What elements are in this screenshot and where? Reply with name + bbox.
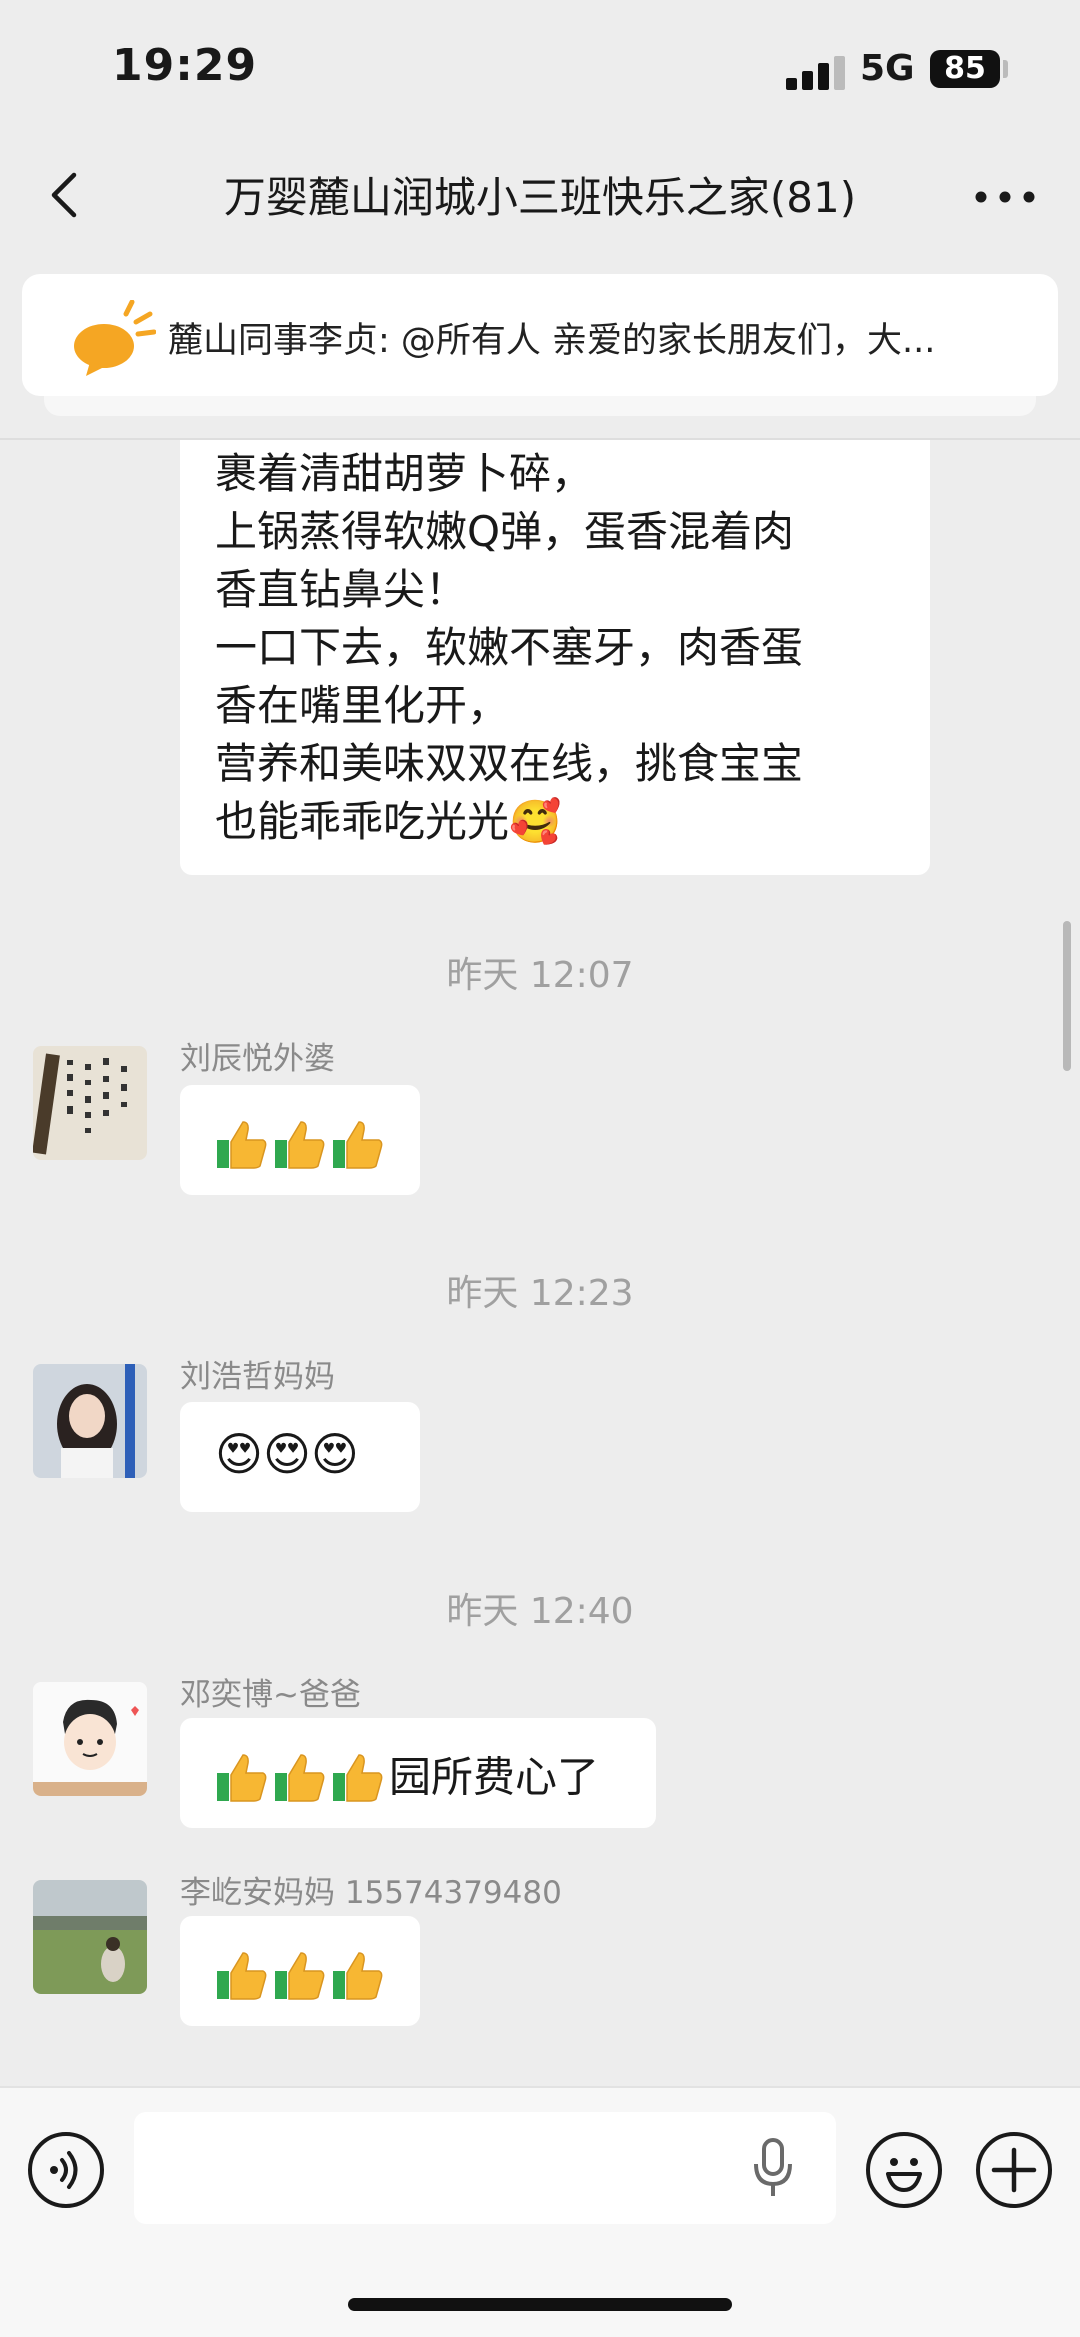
thumbs-up-icon <box>275 1753 325 1802</box>
message-bubble[interactable]: 😍😍😍 <box>180 1402 420 1512</box>
timestamp: 昨天 12:23 <box>446 1273 634 1314</box>
microphone-icon <box>754 2138 792 2196</box>
avatar[interactable] <box>33 1364 147 1478</box>
more-dots-icon <box>975 191 1035 203</box>
battery-tip <box>1003 60 1008 78</box>
chevron-left-icon <box>51 172 77 218</box>
message-list[interactable]: 裹着清甜胡萝卜碎， 上锅蒸得软嫩Q弹，蛋香混着肉 香直钻鼻尖！ 一口下去，软嫩不… <box>0 440 1080 2086</box>
sender-name: 邓奕博~爸爸 <box>180 1677 361 1713</box>
sender-name: 刘辰悦外婆 <box>180 1041 335 1077</box>
avatar[interactable] <box>33 1046 147 1160</box>
avatar-park-image <box>33 1880 147 1994</box>
message-input[interactable] <box>134 2112 836 2224</box>
timestamp: 昨天 12:07 <box>446 955 634 996</box>
avatar[interactable] <box>33 1880 147 1994</box>
message-bubble[interactable]: 裹着清甜胡萝卜碎， 上锅蒸得软嫩Q弹，蛋香混着肉 香直钻鼻尖！ 一口下去，软嫩不… <box>180 440 930 875</box>
status-time: 19:29 <box>112 40 258 91</box>
home-indicator[interactable] <box>348 2298 732 2311</box>
sender-name: 李屹安妈妈 15574379480 <box>180 1875 562 1911</box>
timestamp: 昨天 12:40 <box>446 1591 634 1632</box>
more-functions-button[interactable] <box>976 2132 1052 2208</box>
message-bubble[interactable] <box>180 1085 420 1195</box>
microphone-button[interactable] <box>752 2136 794 2200</box>
chat-title: 万婴麓山润城小三班快乐之家(81) <box>223 173 857 222</box>
pinned-announcement[interactable]: 麓山同事李贞: @所有人 亲爱的家长朋友们，大... <box>22 274 1058 396</box>
signal-icon <box>786 54 846 90</box>
message-text: 😍😍😍 <box>215 1427 359 1481</box>
status-bar: 19:29 5G 85 <box>0 0 1080 140</box>
back-button[interactable] <box>40 165 100 225</box>
pinned-announcement-text: 麓山同事李贞: @所有人 亲爱的家长朋友们，大... <box>168 321 936 361</box>
thumbs-up-icon <box>275 1120 325 1169</box>
emoji-row <box>215 1115 389 1172</box>
emoji-icon <box>886 2158 922 2192</box>
voice-icon <box>50 2151 78 2189</box>
megaphone-icon <box>74 300 156 376</box>
message-text: 裹着清甜胡萝卜碎， 上锅蒸得软嫩Q弹，蛋香混着肉 香直钻鼻尖！ 一口下去，软嫩不… <box>215 449 804 846</box>
avatar[interactable] <box>33 1682 147 1796</box>
thumbs-up-icon <box>333 1120 383 1169</box>
avatar-calligraphy-image <box>33 1046 147 1160</box>
avatar-cartoon-image <box>33 1682 147 1796</box>
scrollbar[interactable] <box>1063 921 1071 1071</box>
avatar-woman-image <box>33 1364 147 1478</box>
sender-name: 刘浩哲妈妈 <box>180 1359 335 1395</box>
message-bubble[interactable] <box>180 1916 420 2026</box>
thumbs-up-icon <box>333 1753 383 1802</box>
thumbs-up-icon <box>217 1951 267 2000</box>
battery-icon: 85 <box>930 50 1000 88</box>
voice-toggle-button[interactable] <box>28 2132 104 2208</box>
thumbs-up-icon <box>217 1753 267 1802</box>
thumbs-up-icon <box>275 1951 325 2000</box>
more-button[interactable] <box>970 165 1040 225</box>
message-text: 园所费心了 <box>389 1752 600 1802</box>
network-type: 5G <box>860 48 915 89</box>
chat-screen: 19:29 5G 85 万婴麓山润城小三班快乐之家(81) 麓山同事李贞: @所… <box>0 0 1080 2337</box>
message-bubble[interactable]: 园所费心了 <box>180 1718 656 1828</box>
thumbs-up-icon <box>217 1120 267 1169</box>
thumbs-up-icon <box>333 1951 383 2000</box>
emoji-row: 园所费心了 <box>215 1748 599 1805</box>
nav-bar: 万婴麓山润城小三班快乐之家(81) <box>0 140 1080 250</box>
emoji-row <box>215 1946 389 2003</box>
emoji-button[interactable] <box>866 2132 942 2208</box>
plus-icon <box>991 2147 1037 2193</box>
